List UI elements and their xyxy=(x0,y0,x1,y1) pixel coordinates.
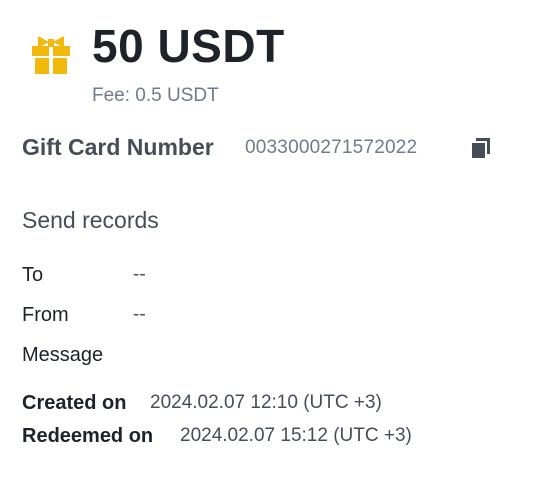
message-label: Message xyxy=(22,344,104,366)
from-value: -- xyxy=(133,304,146,325)
gift-card-number-value: 0033000271572022 xyxy=(245,137,418,158)
created-on-value: 2024.02.07 12:10 (UTC +3) xyxy=(150,392,382,413)
gift-card-number-label: Gift Card Number xyxy=(22,134,214,160)
created-on-label: Created on xyxy=(22,392,127,414)
copy-icon[interactable] xyxy=(467,133,497,163)
redeemed-on-label: Redeemed on xyxy=(22,425,154,447)
gift-card-amount: 50 USDT xyxy=(92,20,285,72)
to-value: -- xyxy=(133,264,146,285)
send-records-title: Send records xyxy=(22,207,159,233)
gift-card-fee: Fee: 0.5 USDT xyxy=(92,85,219,106)
gift-icon xyxy=(32,36,70,74)
from-label: From xyxy=(22,304,69,326)
redeemed-on-value: 2024.02.07 15:12 (UTC +3) xyxy=(180,425,412,446)
to-label: To xyxy=(22,264,44,286)
